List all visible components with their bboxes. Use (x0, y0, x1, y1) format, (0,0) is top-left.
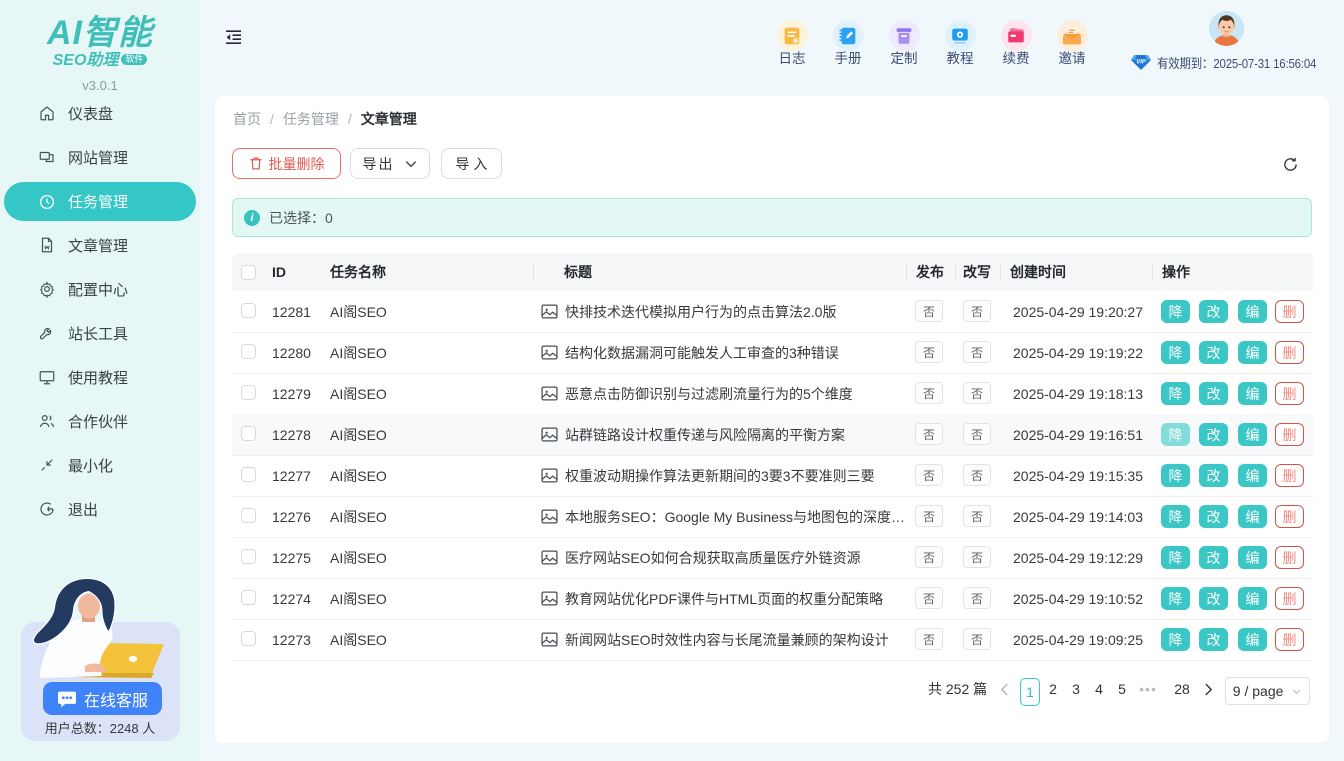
svg-text:VIP: VIP (1136, 59, 1146, 65)
